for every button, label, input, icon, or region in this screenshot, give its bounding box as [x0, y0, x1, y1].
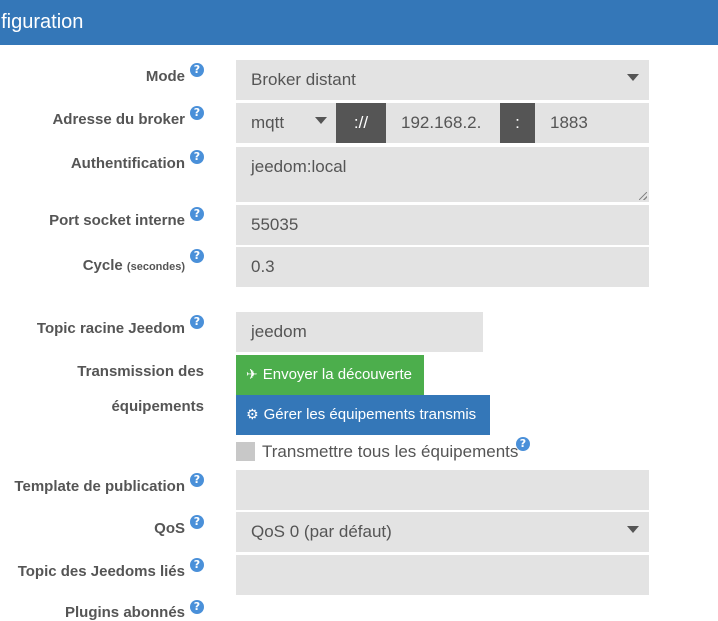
manage-equipments-label: Gérer les équipements transmis — [263, 406, 477, 423]
cycle-value: 0.3 — [251, 257, 275, 276]
broker-host-value: 192.168.2. — [401, 113, 482, 132]
mode-select[interactable]: Broker distant — [236, 60, 649, 100]
protocol-separator: :// — [336, 103, 386, 143]
topic-root-label: Topic racine Jeedom — [36, 320, 185, 337]
qos-label: QoS — [154, 520, 185, 537]
chevron-down-icon — [627, 526, 639, 533]
transmission-label-line1: Transmission des — [77, 363, 204, 380]
question-circle-icon[interactable]: ? — [190, 249, 204, 263]
panel-title: nfiguration — [0, 11, 84, 33]
topic-root-input[interactable]: jeedom — [236, 312, 483, 352]
broker-port-input[interactable]: 1883 — [535, 103, 649, 143]
transmit-all-label[interactable]: Transmettre tous les équipements — [262, 442, 518, 462]
send-discovery-button[interactable]: ✈ Envoyer la découverte — [236, 355, 424, 395]
broker-label: Adresse du broker — [52, 111, 185, 128]
chevron-down-icon — [627, 74, 639, 81]
broker-port-value: 1883 — [550, 113, 588, 132]
auth-value: jeedom:local — [251, 157, 347, 176]
resize-handle[interactable] — [639, 192, 647, 200]
transmission-label-line2: équipements — [111, 398, 204, 415]
template-input[interactable] — [236, 470, 649, 510]
cycle-label: Cycle (secondes) — [83, 257, 185, 274]
cycle-unit: (secondes) — [126, 261, 185, 273]
cycle-input[interactable]: 0.3 — [236, 247, 649, 287]
question-circle-icon[interactable]: ? — [190, 315, 204, 329]
question-circle-icon[interactable]: ? — [516, 437, 530, 451]
paper-plane-icon: ✈ — [246, 367, 258, 383]
question-circle-icon[interactable]: ? — [190, 473, 204, 487]
auth-textarea[interactable]: jeedom:local — [236, 147, 649, 202]
qos-select[interactable]: QoS 0 (par défaut) — [236, 512, 649, 552]
gear-icon: ⚙ — [246, 407, 259, 423]
broker-host-input[interactable]: 192.168.2. — [386, 103, 500, 143]
socket-port-input[interactable]: 55035 — [236, 205, 649, 245]
question-circle-icon[interactable]: ? — [190, 63, 204, 77]
mode-label: Mode — [145, 68, 185, 85]
transmit-all-checkbox[interactable] — [236, 442, 255, 461]
question-circle-icon[interactable]: ? — [190, 207, 204, 221]
manage-equipments-button[interactable]: ⚙ Gérer les équipements transmis — [236, 395, 490, 435]
port-separator: : — [500, 103, 535, 143]
chevron-down-icon — [315, 117, 327, 124]
question-circle-icon[interactable]: ? — [190, 600, 204, 614]
question-circle-icon[interactable]: ? — [190, 515, 204, 529]
send-discovery-label: Envoyer la découverte — [262, 366, 412, 383]
auth-label: Authentification — [70, 155, 185, 172]
qos-value: QoS 0 (par défaut) — [251, 522, 392, 541]
linked-topics-input[interactable] — [236, 555, 649, 595]
question-circle-icon[interactable]: ? — [190, 558, 204, 572]
cycle-label-text: Cycle — [82, 257, 123, 274]
question-circle-icon[interactable]: ? — [190, 106, 204, 120]
plugins-label: Plugins abonnés — [64, 604, 185, 621]
template-label: Template de publication — [14, 478, 185, 495]
mode-value: Broker distant — [251, 70, 356, 89]
panel-header: nfiguration — [0, 0, 718, 45]
socket-port-value: 55035 — [251, 215, 299, 234]
topic-root-value: jeedom — [251, 322, 307, 341]
protocol-value: mqtt — [251, 113, 285, 132]
socket-port-label: Port socket interne — [49, 212, 185, 229]
question-circle-icon[interactable]: ? — [190, 150, 204, 164]
linked-topics-label: Topic des Jeedoms liés — [17, 563, 185, 580]
protocol-select[interactable]: mqtt — [236, 103, 336, 143]
